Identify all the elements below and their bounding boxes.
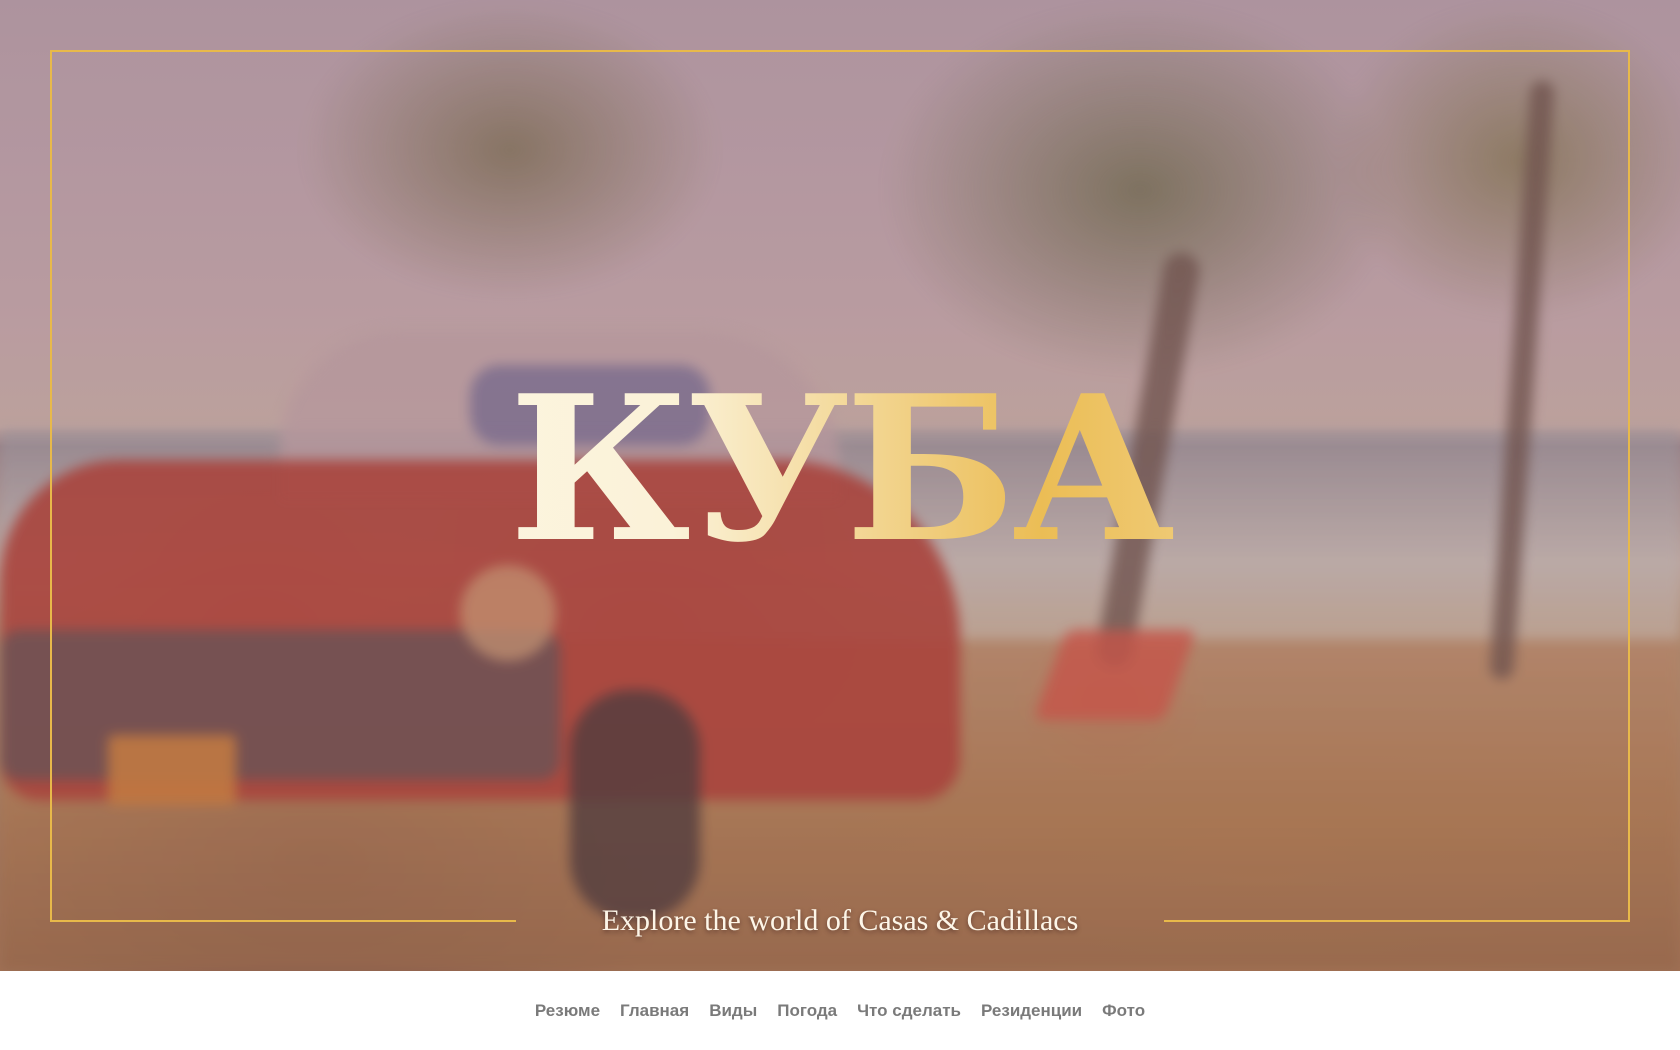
page-title: КУБА — [0, 360, 1680, 580]
nav-item-summary[interactable]: Резюме — [535, 1001, 600, 1021]
hero-section: КУБА Explore the world of Casas & Cadill… — [0, 0, 1680, 971]
page-subtitle: Explore the world of Casas & Cadillacs — [601, 904, 1079, 937]
nav-item-residences[interactable]: Резиденции — [981, 1001, 1082, 1021]
nav-item-home[interactable]: Главная — [620, 1001, 689, 1021]
main-navigation: Резюме Главная Виды Погода Что сделать Р… — [0, 971, 1680, 1050]
nav-item-things-to-do[interactable]: Что сделать — [857, 1001, 961, 1021]
nav-item-weather[interactable]: Погода — [777, 1001, 837, 1021]
nav-item-views[interactable]: Виды — [709, 1001, 757, 1021]
nav-item-photos[interactable]: Фото — [1102, 1001, 1145, 1021]
